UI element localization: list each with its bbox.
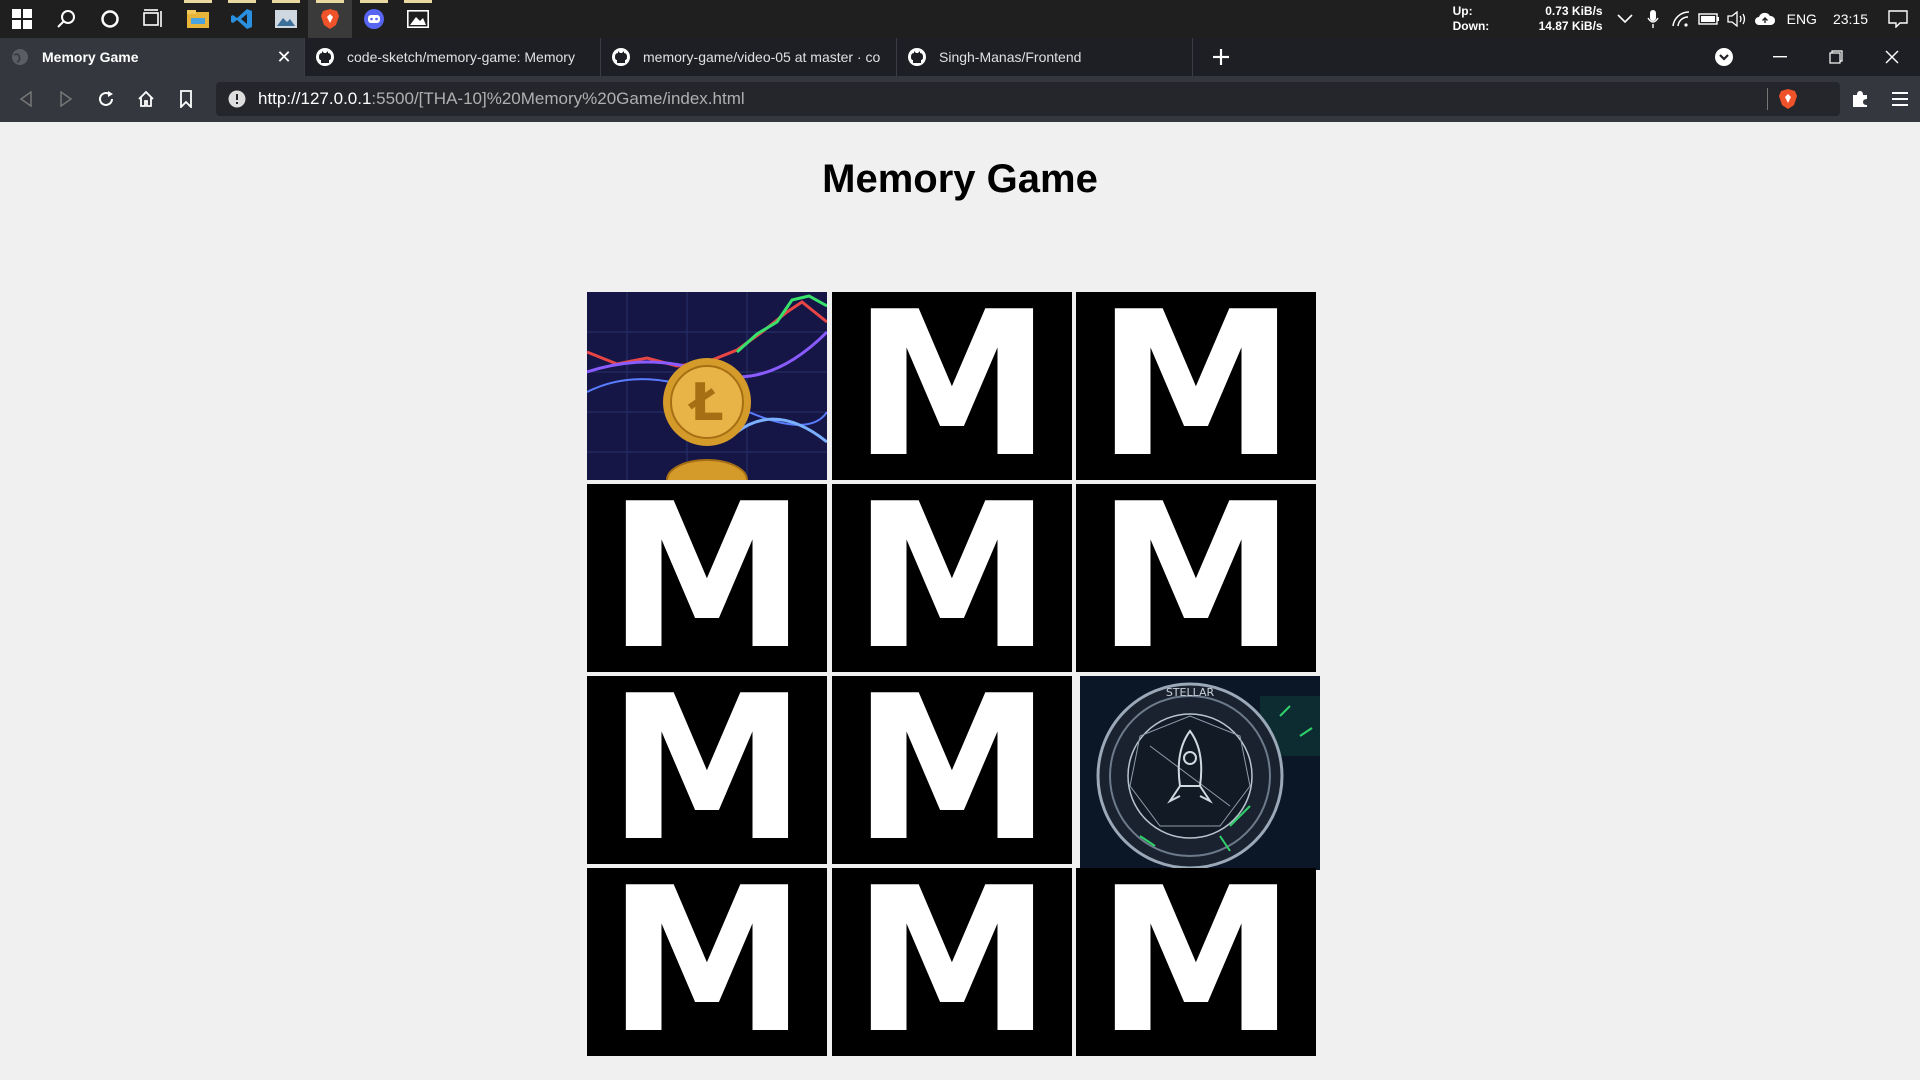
network-speed-meter: Up: 0.73 KiB/s Down: 14.87 KiB/s bbox=[1453, 4, 1603, 34]
card-back-letter: M bbox=[852, 868, 1052, 1056]
card-back-letter: M bbox=[607, 484, 807, 672]
tab-memory-game[interactable]: Memory Game ✕ bbox=[0, 38, 305, 76]
web-page: Memory Game Ł MMMMMMM STELLAR M M M bbox=[0, 122, 1920, 1080]
close-window-icon[interactable] bbox=[1864, 38, 1920, 76]
clock[interactable]: 23:15 bbox=[1825, 11, 1876, 27]
wifi-icon[interactable] bbox=[1667, 0, 1695, 38]
url-host: http://127.0.0.1 bbox=[258, 89, 372, 108]
brave-browser-icon[interactable] bbox=[308, 0, 352, 38]
reload-icon[interactable] bbox=[86, 76, 126, 122]
github-icon bbox=[316, 48, 334, 66]
discord-icon[interactable] bbox=[352, 0, 396, 38]
card-back-letter: M bbox=[852, 676, 1052, 864]
battery-icon[interactable] bbox=[1695, 0, 1723, 38]
menu-icon[interactable] bbox=[1880, 76, 1920, 122]
url-text: http://127.0.0.1:5500/[THA-10]%20Memory%… bbox=[258, 89, 745, 109]
tab-label: Singh-Manas/Frontend bbox=[939, 49, 1082, 65]
github-icon bbox=[612, 48, 630, 66]
svg-text:STELLAR: STELLAR bbox=[1166, 686, 1215, 699]
memory-card-revealed[interactable]: STELLAR bbox=[1080, 676, 1320, 870]
net-up-value: 0.73 KiB/s bbox=[1545, 4, 1603, 18]
memory-card[interactable]: M bbox=[832, 484, 1072, 672]
page-title: Memory Game bbox=[822, 157, 1098, 201]
back-icon[interactable] bbox=[6, 76, 46, 122]
tab-search-icon[interactable] bbox=[1696, 38, 1752, 76]
card-back-letter: M bbox=[1096, 292, 1296, 480]
brave-shields-icon[interactable] bbox=[1778, 88, 1798, 110]
net-up-label: Up: bbox=[1452, 4, 1473, 18]
stellar-card-image: STELLAR bbox=[1080, 676, 1320, 870]
card-back-letter: M bbox=[852, 292, 1052, 480]
litecoin-card-image: Ł bbox=[587, 292, 827, 480]
plus-icon bbox=[1213, 49, 1229, 65]
close-tab-icon[interactable]: ✕ bbox=[274, 47, 294, 68]
memory-card[interactable]: M bbox=[832, 868, 1072, 1056]
task-view-icon[interactable] bbox=[132, 0, 176, 38]
url-path: :5500/[THA-10]%20Memory%20Game/index.htm… bbox=[371, 89, 745, 108]
file-explorer-icon[interactable] bbox=[176, 0, 220, 38]
window-controls bbox=[1696, 38, 1920, 76]
memory-card[interactable]: M bbox=[832, 676, 1072, 864]
system-tray: Up: 0.73 KiB/s Down: 14.87 KiB/s ENG 23:15 bbox=[1453, 0, 1920, 38]
photos-app-icon[interactable] bbox=[264, 0, 308, 38]
tab-singh-manas-frontend[interactable]: Singh-Manas/Frontend bbox=[897, 38, 1193, 76]
card-back-letter: M bbox=[607, 868, 807, 1056]
microphone-icon[interactable] bbox=[1639, 0, 1667, 38]
minimize-icon[interactable] bbox=[1752, 38, 1808, 76]
globe-icon bbox=[12, 49, 28, 65]
info-icon[interactable] bbox=[228, 90, 246, 108]
card-back-letter: M bbox=[607, 676, 807, 864]
card-back-letter: M bbox=[1096, 484, 1296, 672]
language-indicator[interactable]: ENG bbox=[1779, 11, 1825, 27]
tab-label: memory-game/video-05 at master · co bbox=[643, 49, 881, 65]
cloud-sync-icon[interactable] bbox=[1751, 0, 1779, 38]
os-taskbar: Up: 0.73 KiB/s Down: 14.87 KiB/s ENG 23:15 bbox=[0, 0, 1920, 38]
search-icon[interactable] bbox=[44, 0, 88, 38]
github-icon bbox=[908, 48, 926, 66]
tab-code-sketch[interactable]: code-sketch/memory-game: Memory bbox=[305, 38, 601, 76]
browser-tab-strip: Memory Game ✕ code-sketch/memory-game: M… bbox=[0, 38, 1920, 76]
tab-label: code-sketch/memory-game: Memory bbox=[347, 49, 575, 65]
net-down-value: 14.87 KiB/s bbox=[1538, 19, 1603, 33]
extensions-icon[interactable] bbox=[1840, 76, 1880, 122]
volume-icon[interactable] bbox=[1723, 0, 1751, 38]
restore-icon[interactable] bbox=[1808, 38, 1864, 76]
card-back-letter: M bbox=[852, 484, 1052, 672]
tab-memory-game-repo[interactable]: memory-game/video-05 at master · co bbox=[601, 38, 897, 76]
svg-text:Ł: Ł bbox=[687, 373, 723, 433]
memory-card[interactable]: M bbox=[832, 292, 1072, 480]
new-tab-button[interactable] bbox=[1199, 38, 1243, 76]
card-back-letter: M bbox=[1096, 868, 1296, 1056]
toolbar-right bbox=[1840, 76, 1920, 122]
net-down-label: Down: bbox=[1452, 19, 1490, 33]
memory-card[interactable]: M bbox=[1076, 484, 1316, 672]
memory-card[interactable]: M bbox=[587, 484, 827, 672]
address-bar[interactable]: http://127.0.0.1:5500/[THA-10]%20Memory%… bbox=[216, 82, 1840, 116]
memory-card[interactable]: M bbox=[587, 868, 827, 1056]
home-icon[interactable] bbox=[126, 76, 166, 122]
tab-label: Memory Game bbox=[42, 49, 139, 65]
windows-start-icon[interactable] bbox=[0, 0, 44, 38]
bookmark-icon[interactable] bbox=[166, 76, 206, 122]
notifications-icon[interactable] bbox=[1876, 0, 1920, 38]
url-separator bbox=[1767, 88, 1768, 110]
memory-card[interactable]: M bbox=[587, 676, 827, 864]
memory-card[interactable]: M bbox=[1076, 868, 1316, 1056]
memory-card[interactable]: M bbox=[1076, 292, 1316, 480]
vscode-icon[interactable] bbox=[220, 0, 264, 38]
image-viewer-icon[interactable] bbox=[396, 0, 440, 38]
memory-card-revealed[interactable]: Ł bbox=[587, 292, 827, 480]
browser-toolbar: http://127.0.0.1:5500/[THA-10]%20Memory%… bbox=[0, 76, 1920, 122]
forward-icon[interactable] bbox=[46, 76, 86, 122]
chevron-up-icon[interactable] bbox=[1611, 0, 1639, 38]
cortana-icon[interactable] bbox=[88, 0, 132, 38]
